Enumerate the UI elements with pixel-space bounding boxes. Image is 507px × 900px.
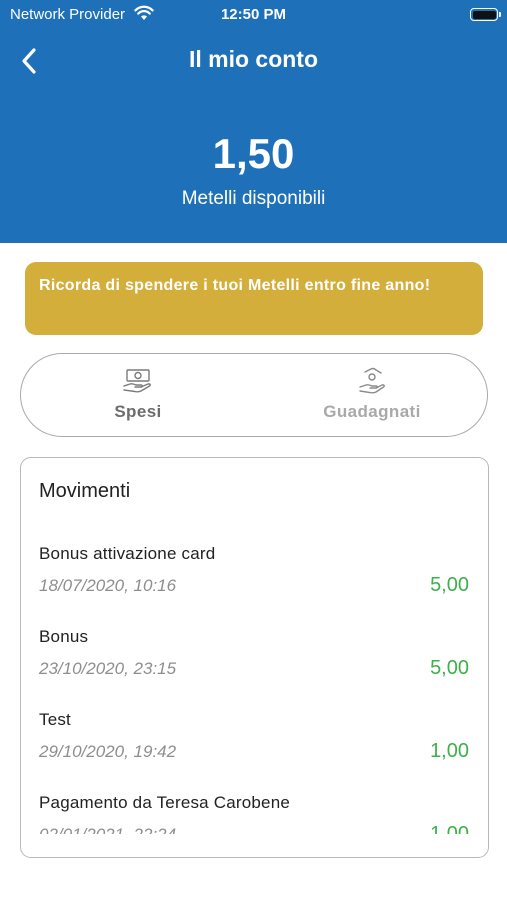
movements-card: Movimenti Bonus attivazione card 18/07/2… [20, 457, 489, 858]
list-item[interactable]: Bonus attivazione card 18/07/2020, 10:16… [21, 538, 487, 621]
tab-spesi-label: Spesi [114, 402, 162, 421]
list-item[interactable]: Bonus 23/10/2020, 23:15 5,00 [21, 621, 487, 704]
screen: Network Provider 12:50 PM Il mio conto 1… [0, 0, 507, 900]
battery-level [472, 10, 496, 19]
movement-title: Bonus attivazione card [39, 544, 216, 563]
movements-title: Movimenti [39, 480, 131, 502]
movement-title: Bonus [39, 627, 89, 646]
tab-guadagnati-label: Guadagnati [323, 402, 421, 421]
hand-money-icon [123, 369, 151, 393]
movements-toggle: Spesi Guadagnati [20, 353, 488, 437]
battery-icon [470, 8, 501, 21]
tab-spesi[interactable]: Spesi [21, 354, 255, 436]
status-bar: Network Provider 12:50 PM [0, 0, 507, 30]
movement-title: Pagamento da Teresa Carobene [39, 793, 291, 812]
header: Network Provider 12:50 PM Il mio conto 1… [0, 0, 507, 243]
movement-amount: 1,00 [430, 823, 469, 834]
movement-title: Test [39, 710, 71, 729]
movement-date: 29/10/2020, 19:42 [39, 742, 177, 761]
movements-list[interactable]: Bonus attivazione card 18/07/2020, 10:16… [21, 538, 487, 834]
reminder-banner: Ricorda di spendere i tuoi Metelli entro… [25, 262, 483, 335]
movement-amount: 1,00 [430, 740, 469, 762]
list-item[interactable]: Test 29/10/2020, 19:42 1,00 [21, 704, 487, 787]
list-item[interactable]: Pagamento da Teresa Carobene 02/01/2021,… [21, 787, 487, 834]
movement-amount: 5,00 [430, 574, 469, 596]
battery-tip [499, 12, 501, 17]
tab-guadagnati[interactable]: Guadagnati [255, 354, 489, 436]
reminder-text: Ricorda di spendere i tuoi Metelli entro… [39, 277, 431, 294]
movement-date: 23/10/2020, 23:15 [39, 659, 177, 678]
balance-label: Metelli disponibili [181, 188, 326, 209]
page-title: Il mio conto [188, 46, 319, 72]
balance-value: 1,50 [212, 130, 295, 177]
status-time: 12:50 PM [220, 6, 287, 23]
movement-amount: 5,00 [430, 657, 469, 679]
movement-date: 02/01/2021, 22:24 [39, 825, 176, 834]
hands-money-icon [359, 367, 385, 394]
movement-date: 18/07/2020, 10:16 [39, 576, 177, 595]
